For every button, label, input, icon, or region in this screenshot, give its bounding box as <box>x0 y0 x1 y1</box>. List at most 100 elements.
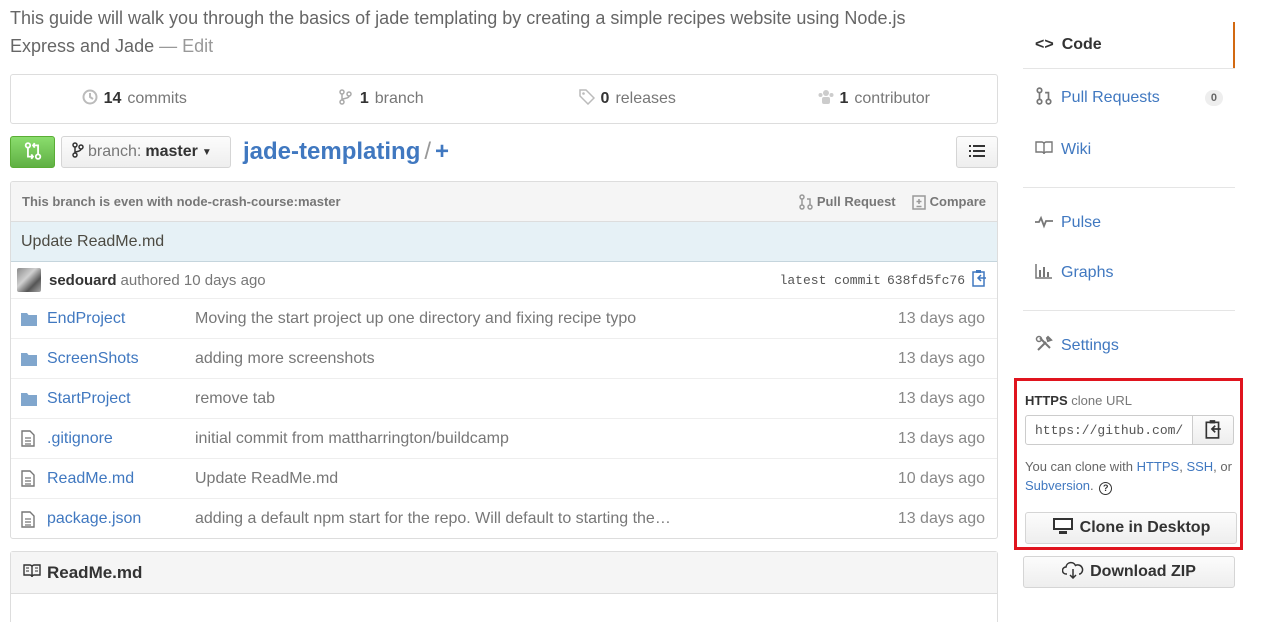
sidebar-item-graphs[interactable]: Graphs <box>1023 246 1235 300</box>
compare-review-button[interactable] <box>10 136 55 168</box>
graph-icon <box>1035 262 1053 285</box>
repo-description-text: This guide will walk you through the bas… <box>10 8 906 56</box>
file-name-link[interactable]: package.json <box>47 510 195 528</box>
sidebar-item-code[interactable]: <> Code <box>1023 22 1235 68</box>
clone-in-desktop-button[interactable]: Clone in Desktop <box>1025 512 1237 544</box>
clippy-icon[interactable] <box>971 269 987 291</box>
pull-request-link[interactable]: Pull Request <box>799 193 896 210</box>
file-age: 13 days ago <box>897 349 985 367</box>
file-name-link[interactable]: StartProject <box>47 390 195 408</box>
file-name-link[interactable]: EndProject <box>47 310 195 328</box>
tools-icon <box>1035 335 1053 358</box>
diff-icon <box>911 194 926 210</box>
last-commit-meta: sedouard authored 10 days ago latest com… <box>11 262 997 299</box>
commit-message-link[interactable]: initial commit from mattharrington/build… <box>195 430 885 448</box>
code-icon: <> <box>1035 36 1054 53</box>
commit-message-link[interactable]: adding a default npm start for the repo.… <box>195 510 885 528</box>
readme-header: ReadMe.md <box>11 552 997 594</box>
book-icon <box>1035 139 1053 162</box>
commit-message-link[interactable]: adding more screenshots <box>195 350 885 368</box>
branch-select[interactable]: branch: master ▼ <box>61 136 231 168</box>
file-directory-icon <box>21 352 39 366</box>
sidebar-item-code-label: Code <box>1061 36 1102 53</box>
commit-message-link[interactable]: Update ReadMe.md <box>195 470 885 488</box>
copy-clone-url-button[interactable] <box>1192 415 1234 445</box>
file-list-toggle-button[interactable] <box>956 136 998 168</box>
file-text-icon <box>21 430 39 447</box>
file-age: 13 days ago <box>897 429 985 447</box>
pull-requests-counter: 0 <box>1204 90 1223 106</box>
branch-status-bar: This branch is even with node-crash-cour… <box>11 182 997 222</box>
table-row: EndProject Moving the start project up on… <box>11 299 997 339</box>
breadcrumb: jade-templating / + <box>243 137 449 167</box>
device-desktop-icon <box>1052 517 1074 540</box>
commit-author[interactable]: sedouard <box>49 272 117 289</box>
sidebar-item-wiki[interactable]: Wiki <box>1023 127 1235 173</box>
cloud-download-icon <box>1061 561 1084 584</box>
history-icon <box>82 89 98 110</box>
pull-request-label: Pull Request <box>816 194 896 209</box>
readme-panel: ReadMe.md <box>10 551 998 622</box>
clone-url-text: clone URL <box>1071 393 1132 408</box>
organization-icon <box>818 89 834 110</box>
commit-sha[interactable]: 638fd5fc76 <box>887 273 965 288</box>
compare-label: Compare <box>929 194 986 209</box>
avatar[interactable] <box>17 268 41 292</box>
clone-url-box: HTTPS clone URL You can clone with HTTPS… <box>1014 378 1243 550</box>
file-navigation: This branch is even with node-crash-cour… <box>10 181 998 539</box>
file-directory-icon <box>21 312 39 326</box>
clone-https-link[interactable]: HTTPS <box>1137 459 1180 474</box>
file-name-link[interactable]: .gitignore <box>47 430 195 448</box>
clone-protocol[interactable]: HTTPS <box>1025 393 1068 408</box>
breadcrumb-separator: / <box>424 138 432 165</box>
branches-link[interactable]: 1 branch <box>258 75 505 123</box>
download-zip-button[interactable]: Download ZIP <box>1023 556 1235 588</box>
sha-label: latest commit <box>779 272 881 288</box>
clone-in-desktop-label: Clone in Desktop <box>1079 519 1211 536</box>
edit-description-link[interactable]: Edit <box>182 36 213 56</box>
question-icon[interactable]: ? <box>1099 482 1113 495</box>
new-file-button[interactable]: + <box>435 138 449 165</box>
file-age: 13 days ago <box>897 309 985 327</box>
file-name-link[interactable]: ScreenShots <box>47 350 195 368</box>
commit-authored-time: authored 10 days ago <box>120 271 266 289</box>
last-commit-message[interactable]: Update ReadMe.md <box>11 222 997 262</box>
clone-url-input[interactable] <box>1025 415 1193 445</box>
repo-sidebar-nav: <> Code Pull Requests 0 Wiki Pulse Graph… <box>1023 22 1235 369</box>
chevron-down-icon: ▼ <box>201 146 212 158</box>
download-zip-label: Download ZIP <box>1090 563 1196 580</box>
file-directory-icon <box>21 392 39 406</box>
branch-prefix: branch: <box>88 143 142 160</box>
contributor-label: contributor <box>854 90 930 107</box>
sidebar-item-pulse-label: Pulse <box>1061 214 1102 231</box>
sidebar-item-pulse[interactable]: Pulse <box>1023 200 1235 246</box>
clone-subversion-link[interactable]: Subversion <box>1025 478 1090 493</box>
sidebar-item-pull-requests[interactable]: Pull Requests 0 <box>1023 69 1235 127</box>
commits-link[interactable]: 14 commits <box>11 75 258 123</box>
sidebar-item-settings[interactable]: Settings <box>1023 323 1235 369</box>
file-text-icon <box>21 470 39 487</box>
table-row: ScreenShots adding more screenshots 13 day… <box>11 339 997 379</box>
branch-icon <box>72 141 84 163</box>
table-row: .gitignore initial commit from mattharrin… <box>11 419 997 459</box>
commit-sha-group: latest commit 638fd5fc76 <box>780 269 987 291</box>
repo-root-link[interactable]: jade-templating <box>243 138 420 165</box>
compare-link[interactable]: Compare <box>911 194 986 210</box>
tag-icon <box>578 88 595 110</box>
releases-link[interactable]: 0 releases <box>504 75 751 123</box>
table-row: ReadMe.md Update ReadMe.md 10 days ago <box>11 459 997 499</box>
contributors-link[interactable]: 1 contributor <box>751 75 998 123</box>
numbers-summary: 14 commits 1 branch 0 releases 1 contrib… <box>10 74 998 124</box>
table-row: package.json adding a default npm start f… <box>11 499 997 538</box>
commit-message-link[interactable]: Moving the start project up one director… <box>195 310 885 328</box>
branch-status-text: This branch is even with node-crash-cour… <box>22 194 341 209</box>
sidebar-item-pull-requests-label: Pull Requests <box>1061 89 1160 106</box>
clone-url-label: HTTPS clone URL <box>1025 393 1132 408</box>
file-age: 13 days ago <box>897 510 985 527</box>
clone-ssh-link[interactable]: SSH <box>1186 459 1213 474</box>
commit-message-link[interactable]: remove tab <box>195 390 885 408</box>
file-name-link[interactable]: ReadMe.md <box>47 470 195 488</box>
clone-or: , or <box>1213 459 1232 474</box>
clone-comma: , <box>1179 459 1183 474</box>
table-row: StartProject remove tab 13 days ago <box>11 379 997 419</box>
